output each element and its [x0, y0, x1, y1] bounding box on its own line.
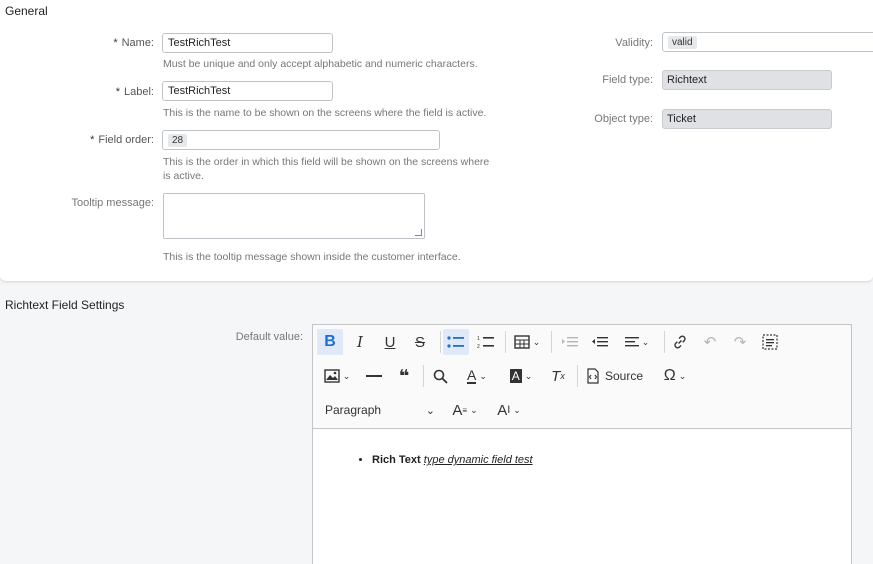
align-icon[interactable]: ⌄	[617, 329, 657, 355]
font-size-icon[interactable]: A I ⌄	[489, 397, 529, 423]
font-family-icon[interactable]: A ≡ ⌄	[447, 397, 483, 423]
toolbar-row-3: Paragraph ⌄ A ≡ ⌄ A I ⌄	[313, 395, 851, 425]
italic-icon[interactable]: I	[347, 329, 373, 355]
richtext-section-title: Richtext Field Settings	[5, 298, 125, 312]
content-list: Rich Text type dynamic field test	[357, 454, 533, 466]
field-type-label: Field type:	[602, 74, 653, 86]
find-replace-icon[interactable]	[427, 363, 453, 389]
link-icon[interactable]	[667, 329, 693, 355]
validity-select[interactable]: valid	[662, 32, 873, 52]
quote-icon[interactable]: ❝	[391, 363, 417, 389]
background-color-icon[interactable]: A ⌄	[501, 363, 541, 389]
bold-text: Rich Text	[372, 454, 421, 466]
validity-label: Validity:	[615, 37, 653, 49]
name-label: * Name:	[113, 37, 154, 49]
bold-icon[interactable]: B	[317, 329, 343, 355]
field-type-value: Richtext	[662, 70, 832, 90]
toolbar-row-1: B I U S 12 ⌄ ⌄ ↶ ↷	[313, 327, 851, 357]
select-all-icon[interactable]	[757, 329, 783, 355]
name-input[interactable]: TestRichTest	[162, 33, 333, 53]
tooltip-help: This is the tooltip message shown inside…	[163, 251, 461, 263]
general-section-title: General	[5, 4, 48, 18]
outdent-icon[interactable]	[557, 329, 583, 355]
editor-content-area[interactable]: Rich Text type dynamic field test	[313, 430, 851, 564]
toolbar-row-2: ⌄ ❝ A ⌄ A ⌄ Tx Source Ω ⌄	[313, 361, 851, 391]
name-help: Must be unique and only accept alphabeti…	[163, 58, 478, 70]
undo-icon[interactable]: ↶	[697, 329, 723, 355]
horizontal-line-icon[interactable]	[361, 363, 387, 389]
font-color-icon[interactable]: A ⌄	[457, 363, 497, 389]
italic-link-text[interactable]: type dynamic field test	[424, 454, 533, 466]
strikethrough-icon[interactable]: S	[407, 329, 433, 355]
general-card: General * Name: TestRichTest Must be uniq…	[0, 0, 873, 282]
list-item: Rich Text type dynamic field test	[372, 454, 533, 466]
object-type-label: Object type:	[594, 113, 653, 125]
field-order-input[interactable]: 28	[162, 130, 440, 150]
table-icon[interactable]: ⌄	[509, 329, 545, 355]
object-type-value: Ticket	[662, 109, 832, 129]
source-button[interactable]: Source	[581, 363, 647, 389]
paragraph-dropdown[interactable]: Paragraph ⌄	[321, 397, 439, 423]
source-icon	[587, 368, 599, 384]
tooltip-label: Tooltip message:	[71, 197, 154, 209]
indent-icon[interactable]	[587, 329, 613, 355]
numbered-list-icon[interactable]: 12	[473, 329, 499, 355]
label-input[interactable]: TestRichTest	[162, 81, 333, 101]
svg-text:2: 2	[477, 344, 480, 349]
bulleted-list-icon[interactable]	[443, 329, 469, 355]
image-icon[interactable]: ⌄	[317, 363, 357, 389]
special-chars-icon[interactable]: Ω ⌄	[655, 363, 695, 389]
field-order-help: This is the order in which this field wi…	[163, 156, 490, 182]
editor-toolbar: B I U S 12 ⌄ ⌄ ↶ ↷ ⌄ ❝ A ⌄ A ⌄ T x Sourc…	[313, 325, 851, 429]
svg-text:1: 1	[477, 336, 480, 342]
remove-format-icon[interactable]: Tx	[545, 363, 571, 389]
field-order-label: * Field order:	[90, 134, 154, 146]
validity-value: valid	[668, 36, 697, 49]
label-label: * Label:	[115, 86, 154, 98]
label-help: This is the name to be shown on the scre…	[163, 107, 487, 119]
tooltip-textarea[interactable]	[163, 193, 425, 239]
redo-icon[interactable]: ↷	[727, 329, 753, 355]
default-value-label: Default value:	[235, 331, 303, 343]
richtext-editor: B I U S 12 ⌄ ⌄ ↶ ↷ ⌄ ❝ A ⌄ A ⌄ T x Sourc…	[312, 324, 852, 564]
field-order-value: 28	[168, 134, 188, 147]
underline-icon[interactable]: U	[377, 329, 403, 355]
